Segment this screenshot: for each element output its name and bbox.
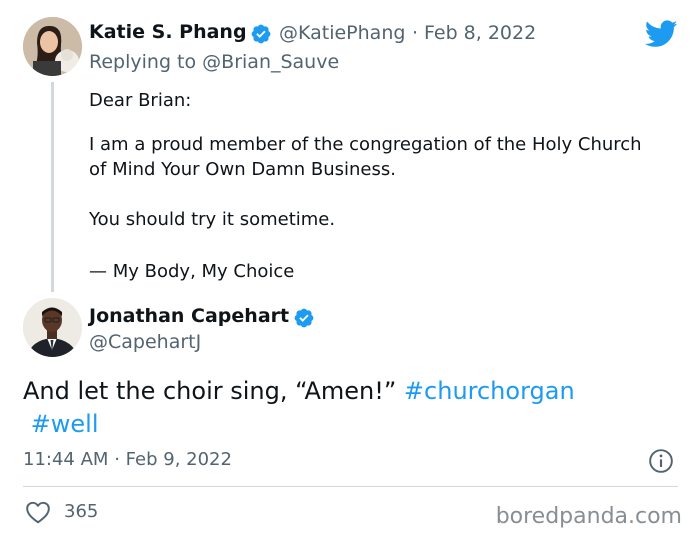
reply-separator: · bbox=[412, 22, 419, 44]
watermark: boredpanda.com bbox=[495, 504, 682, 529]
reply-text-line: I am a proud member of the congregation … bbox=[89, 134, 642, 155]
reply-text-line: — My Body, My Choice bbox=[89, 261, 295, 282]
replying-to: Replying to @Brian_Sauve bbox=[89, 51, 339, 73]
main-tweet-text: And let the choir sing, “Amen!” #churcho… bbox=[23, 375, 673, 441]
like-count[interactable]: 365 bbox=[64, 501, 98, 522]
reply-text-line: Dear Brian: bbox=[89, 90, 192, 111]
info-icon[interactable] bbox=[648, 448, 674, 474]
thread-line bbox=[51, 82, 54, 292]
heart-icon[interactable] bbox=[25, 500, 51, 524]
main-tweet-timestamp[interactable]: 11:44 AM · Feb 9, 2022 bbox=[23, 449, 232, 470]
verified-badge-icon bbox=[294, 308, 314, 328]
main-author-handle[interactable]: @CapehartJ bbox=[89, 331, 201, 353]
twitter-bird-icon[interactable] bbox=[645, 20, 678, 48]
avatar-katie[interactable] bbox=[23, 17, 82, 76]
hashtag-well[interactable]: #well bbox=[31, 410, 99, 438]
replying-prefix: Replying to bbox=[89, 51, 197, 73]
avatar-jonathan[interactable] bbox=[23, 298, 82, 357]
hashtag-churchorgan[interactable]: #churchorgan bbox=[404, 377, 575, 405]
reply-text-line: of Mind Your Own Damn Business. bbox=[89, 159, 396, 180]
tweet-time: 11:44 AM bbox=[23, 449, 109, 470]
replying-mention[interactable]: @Brian_Sauve bbox=[202, 51, 339, 73]
tweet-separator: · bbox=[114, 449, 120, 470]
reply-text-line: You should try it sometime. bbox=[89, 209, 336, 230]
reply-author-name[interactable]: Katie S. Phang bbox=[89, 21, 247, 43]
tweet-date: Feb 9, 2022 bbox=[125, 449, 232, 470]
reply-date[interactable]: Feb 8, 2022 bbox=[424, 22, 536, 44]
divider bbox=[23, 486, 678, 487]
verified-badge-icon bbox=[251, 24, 271, 44]
reply-author-handle[interactable]: @KatiePhang bbox=[279, 22, 405, 44]
main-author-name[interactable]: Jonathan Capehart bbox=[89, 305, 289, 327]
main-tweet-body: And let the choir sing, “Amen!” bbox=[23, 377, 397, 405]
